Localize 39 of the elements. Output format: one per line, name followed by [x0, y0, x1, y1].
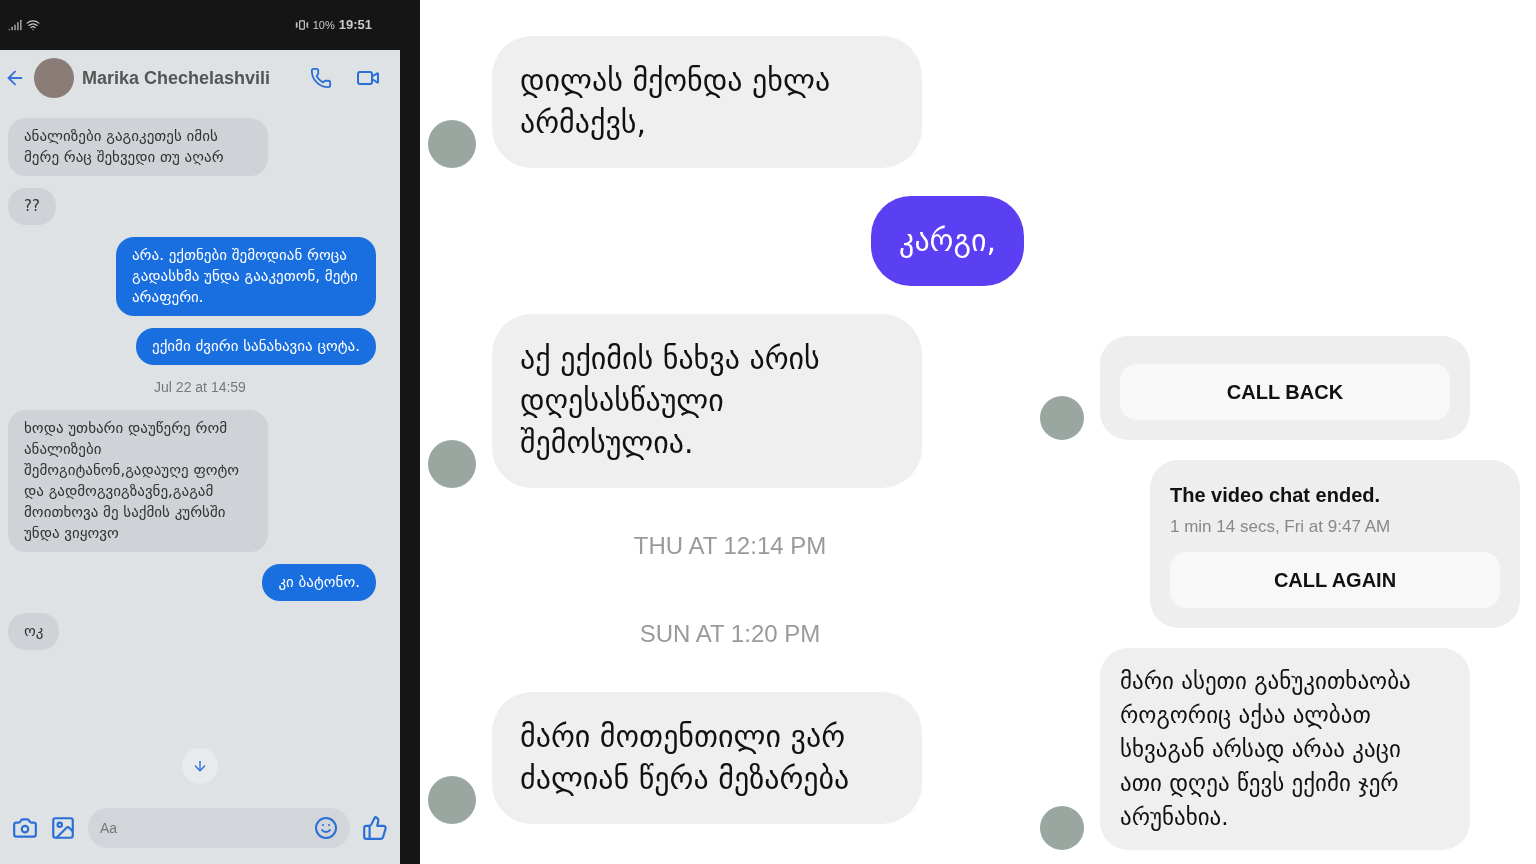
message-bubble: ?? — [8, 188, 56, 225]
message-bubble: მარი მოთენთილი ვარ ძალიან წერა მეზარება — [492, 692, 922, 824]
message-bubble: დილას მქონდა ეხლა არმაქვს, — [492, 36, 922, 168]
emoji-icon[interactable] — [314, 816, 338, 840]
image-icon[interactable] — [50, 815, 76, 841]
call-detail: 1 min 14 secs, Fri at 9:47 AM — [1170, 516, 1392, 538]
timestamp: SUN AT 1:20 PM — [639, 619, 821, 649]
vibrate-icon — [294, 18, 309, 32]
avatar — [1040, 396, 1084, 440]
camera-icon[interactable] — [12, 815, 38, 841]
message-bubble: ექიმი ძვირი სანახავია ცოტა. — [136, 328, 376, 365]
message-bubble: აქ ექიმის ნახვა არის დღესასწაული შემოსულია. — [492, 314, 922, 488]
message-field[interactable]: Aa — [88, 808, 350, 848]
message-bubble: მარი ასეთი განუკითხაობა როგორიც აქაა ალბათ სხვაგან არსად არაა კაცი ათი დღეა წევს ექიმი ჯერ არუნახია. — [1100, 647, 1470, 850]
call-button[interactable]: CALL BACK — [1120, 364, 1450, 420]
message-bubble: ანალიზები გაგიკეთეს იმის მერე რაც შეხვედი თუ აღარ — [8, 118, 268, 176]
avatar — [428, 440, 476, 488]
scroll-down-button[interactable] — [182, 748, 218, 784]
battery-level: 10% — [312, 17, 335, 33]
signal-icon — [8, 18, 22, 32]
message-input[interactable]: Aa — [100, 817, 314, 839]
avatar — [428, 776, 476, 824]
clock-time: 19:51 — [338, 16, 372, 35]
avatar — [428, 120, 476, 168]
contact-name: Marika Chechelashvili — [82, 66, 272, 90]
like-icon[interactable] — [362, 815, 388, 841]
timestamp: Jul 22 at 14:59 — [154, 378, 246, 397]
wifi-icon — [26, 18, 40, 32]
avatar — [34, 58, 74, 98]
timestamp: THU AT 12:14 PM — [633, 531, 827, 561]
phone-icon[interactable] — [310, 67, 332, 89]
message-bubble: არა. ექთნები შემოდიან როცა გადასხმა უნდა გააკეთონ, მეტი არაფერი. — [116, 237, 376, 316]
message-bubble: ხოდა უთხარი დაუწერე რომ ანალიზები შემოგიტანონ,გადაუღე ფოტო და გადმოგვიგზავნე,გაგამ მოითხოვა მე საქმის კურსში უნდა ვიყოვო — [8, 410, 268, 552]
message-bubble: კი ბატონო. — [262, 564, 376, 601]
message-bubble: კარგი, — [871, 196, 1024, 286]
message-bubble: ოკ — [8, 613, 60, 650]
call-title: The video chat ended. — [1170, 483, 1382, 508]
avatar — [1040, 805, 1084, 850]
call-button[interactable]: CALL AGAIN — [1170, 551, 1500, 608]
